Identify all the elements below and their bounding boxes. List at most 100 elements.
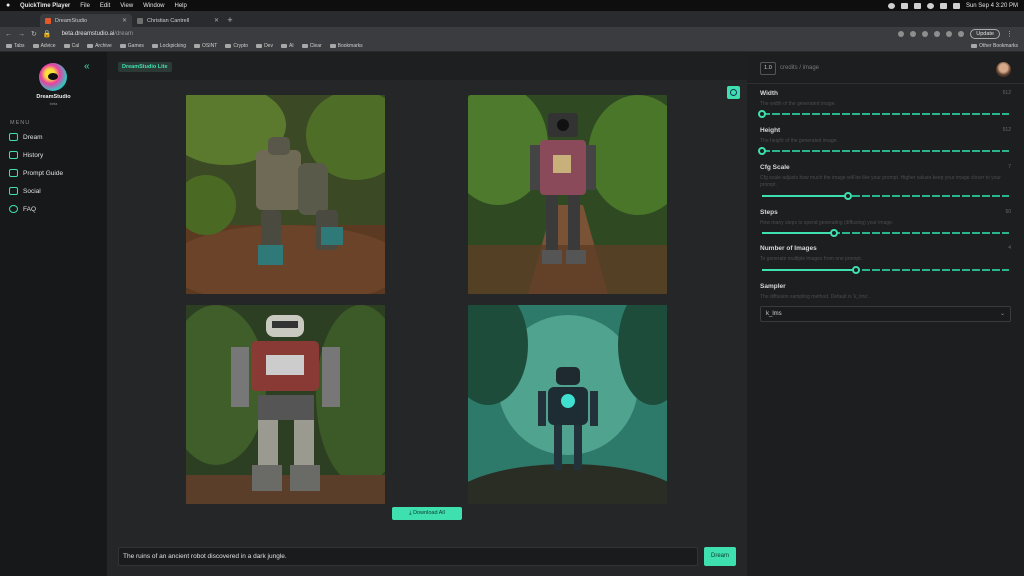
forward-icon[interactable]: → bbox=[18, 31, 25, 38]
sidebar-item-prompt-guide[interactable]: Prompt Guide bbox=[9, 169, 63, 177]
browser-tabbar: DreamStudio ✕ Christian Cantrell ✕ + bbox=[0, 11, 1024, 27]
menubar-clock[interactable]: Sun Sep 4 3:20 PM bbox=[966, 3, 1018, 9]
credits-label: credits / image bbox=[780, 65, 820, 71]
url-field[interactable]: beta.dreamstudio.ai/dream bbox=[62, 31, 133, 37]
status-wifi-icon[interactable] bbox=[926, 2, 934, 9]
bookmark-ai[interactable]: AI bbox=[280, 43, 294, 49]
new-tab-button[interactable]: + bbox=[224, 14, 236, 27]
steps-value: 50 bbox=[1005, 209, 1011, 215]
menu-window[interactable]: Window bbox=[143, 3, 164, 9]
slider-knob[interactable] bbox=[851, 266, 860, 274]
cfg-scale-slider[interactable] bbox=[762, 192, 1009, 200]
chevron-down-icon: ⌄ bbox=[999, 311, 1005, 317]
bookmark-osint[interactable]: OSINT bbox=[194, 43, 217, 49]
bookmark-archive[interactable]: Archive bbox=[87, 43, 112, 49]
collapse-sidebar-icon[interactable]: « bbox=[84, 61, 90, 72]
generated-image-1[interactable] bbox=[186, 95, 385, 294]
menu-edit[interactable]: Edit bbox=[100, 3, 110, 9]
extension-icon[interactable] bbox=[922, 31, 929, 37]
status-record-icon[interactable] bbox=[887, 2, 895, 9]
width-value: 512 bbox=[1002, 90, 1011, 96]
sampler-title: Sampler bbox=[760, 283, 786, 290]
lock-icon[interactable]: 🔒 bbox=[43, 30, 52, 38]
sidebar-item-label: Social bbox=[23, 187, 41, 195]
menu-app-name[interactable]: QuickTime Player bbox=[20, 3, 70, 9]
other-bookmarks[interactable]: Other Bookmarks bbox=[971, 43, 1018, 49]
bookmark-games[interactable]: Games bbox=[119, 43, 144, 49]
sidebar-item-faq[interactable]: FAQ bbox=[9, 205, 36, 213]
brand-name: DreamStudio bbox=[36, 94, 71, 100]
status-cloud-icon[interactable] bbox=[900, 2, 908, 9]
menu-help[interactable]: Help bbox=[175, 3, 187, 9]
cfg-scale-desc: Cfg scale adjusts how much the image wil… bbox=[760, 175, 1001, 188]
slider-knob[interactable] bbox=[829, 229, 838, 237]
sidebar-item-dream[interactable]: Dream bbox=[9, 133, 43, 141]
status-search-icon[interactable] bbox=[939, 2, 947, 9]
apple-icon[interactable]: ● bbox=[6, 2, 12, 9]
bookmark-label: Games bbox=[127, 43, 144, 49]
bookmark-label: OSINT bbox=[202, 43, 218, 49]
slider-knob[interactable] bbox=[758, 147, 766, 155]
generated-image-2[interactable] bbox=[468, 95, 667, 294]
folder-icon bbox=[301, 44, 308, 48]
bookmark-advice[interactable]: Advice bbox=[32, 43, 56, 49]
settings-panel: 1.0 credits / image Width 512 The width … bbox=[747, 52, 1024, 576]
bookmark-label: Other Bookmarks bbox=[979, 43, 1018, 49]
reload-icon[interactable]: ↻ bbox=[31, 30, 37, 38]
steps-slider[interactable] bbox=[762, 229, 1009, 237]
folder-icon bbox=[280, 44, 287, 48]
url-path: /dream bbox=[114, 31, 133, 37]
browser-tab-christian-cantrell[interactable]: Christian Cantrell ✕ bbox=[132, 14, 224, 27]
bookmark-clear[interactable]: Clear bbox=[301, 43, 322, 49]
profile-icon[interactable] bbox=[958, 31, 965, 37]
browser-tab-dreamstudio[interactable]: DreamStudio ✕ bbox=[40, 14, 132, 27]
folder-icon bbox=[256, 44, 263, 48]
folder-icon bbox=[329, 44, 336, 48]
status-battery-icon[interactable] bbox=[913, 2, 921, 9]
bookmark-label: Cal bbox=[71, 43, 80, 49]
menu-file[interactable]: File bbox=[80, 3, 90, 9]
update-button[interactable]: Update bbox=[970, 29, 1000, 39]
number-of-images-desc: To generate multiple images from one pro… bbox=[760, 256, 862, 262]
page-favicon-icon bbox=[137, 17, 143, 24]
width-slider[interactable] bbox=[758, 110, 1009, 118]
avatar[interactable] bbox=[996, 62, 1011, 77]
extension-icon[interactable] bbox=[934, 31, 941, 37]
dreamstudio-lite-tag[interactable]: DreamStudio Lite bbox=[118, 62, 172, 72]
dreamstudio-logo-icon[interactable] bbox=[39, 63, 67, 91]
generated-image-3[interactable] bbox=[186, 305, 385, 504]
dream-button[interactable]: Dream bbox=[704, 547, 736, 566]
prompt-input[interactable] bbox=[118, 547, 698, 566]
sidebar-item-label: Prompt Guide bbox=[23, 169, 64, 177]
bookmark-crypto[interactable]: Crypto bbox=[225, 43, 248, 49]
sampler-select[interactable]: k_lms ⌄ bbox=[760, 306, 1011, 322]
bookmark-label: Clear bbox=[309, 43, 322, 49]
generated-image-4[interactable] bbox=[468, 305, 667, 504]
bookmark-cal[interactable]: Cal bbox=[63, 43, 80, 49]
bookmark-dev[interactable]: Dev bbox=[256, 43, 273, 49]
credits-value: 1.0 bbox=[760, 62, 776, 75]
height-slider[interactable] bbox=[758, 147, 1009, 155]
star-icon[interactable] bbox=[910, 31, 917, 37]
folder-icon bbox=[32, 44, 39, 48]
share-icon[interactable] bbox=[898, 31, 905, 37]
back-icon[interactable]: ← bbox=[5, 31, 12, 38]
close-tab-icon[interactable]: ✕ bbox=[122, 17, 127, 24]
menu-view[interactable]: View bbox=[120, 3, 133, 9]
sidebar-item-social[interactable]: Social bbox=[9, 187, 41, 195]
download-all-button[interactable]: ⤓ Download All bbox=[392, 507, 462, 520]
status-control-center-icon[interactable] bbox=[952, 2, 960, 9]
bookmark-bookmarks[interactable]: Bookmarks bbox=[329, 43, 363, 49]
slider-knob[interactable] bbox=[844, 192, 853, 200]
close-tab-icon[interactable]: ✕ bbox=[214, 17, 219, 24]
more-menu-icon[interactable]: ⋮ bbox=[1006, 30, 1013, 38]
puzzle-icon[interactable] bbox=[946, 31, 953, 37]
bookmark-tabs[interactable]: Tabs bbox=[6, 43, 25, 49]
slider-knob[interactable] bbox=[758, 110, 766, 118]
brand-sub: beta bbox=[49, 101, 58, 106]
fullscreen-icon[interactable] bbox=[727, 86, 740, 99]
sampler-selected-value: k_lms bbox=[766, 311, 782, 317]
sidebar-item-history[interactable]: History bbox=[9, 151, 43, 159]
number-of-images-slider[interactable] bbox=[762, 266, 1009, 274]
bookmark-lockpicking[interactable]: Lockpicking bbox=[151, 43, 186, 49]
